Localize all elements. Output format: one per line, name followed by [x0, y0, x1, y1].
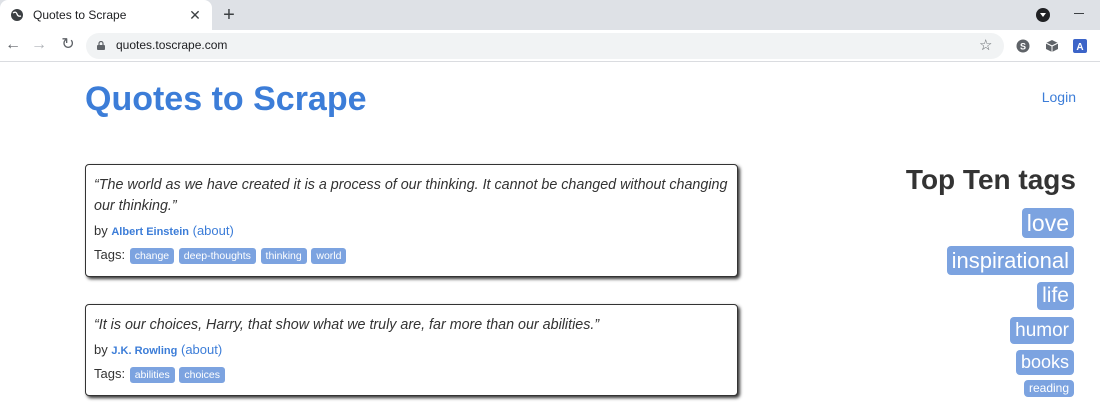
top-tag-love[interactable]: love — [1021, 208, 1074, 238]
minimize-window-icon[interactable] — [1074, 13, 1084, 14]
by-label: by — [94, 223, 108, 238]
author-name: Albert Einstein — [111, 226, 189, 238]
tag-link[interactable]: world — [311, 248, 347, 264]
top-tag-reading[interactable]: reading — [1023, 380, 1074, 397]
quote-byline: by J.K. Rowling (about) — [94, 342, 729, 357]
top-tag-life[interactable]: life — [1037, 282, 1074, 310]
quote-byline: by Albert Einstein (about) — [94, 223, 729, 238]
quote-card: “It is our choices, Harry, that show wha… — [85, 304, 738, 396]
top-tag-humor[interactable]: humor — [1010, 317, 1074, 344]
lock-icon — [97, 41, 105, 50]
tags-label: Tags: — [94, 247, 126, 262]
tag-link[interactable]: thinking — [260, 248, 307, 264]
svg-text:S: S — [1020, 42, 1026, 52]
cube-extension-icon[interactable] — [1045, 39, 1059, 53]
by-label: by — [94, 342, 108, 357]
tag-link[interactable]: abilities — [129, 367, 175, 383]
new-tab-icon[interactable]: + — [218, 4, 240, 26]
site-title[interactable]: Quotes to Scrape — [85, 80, 367, 119]
quote-card: “The world as we have created it is a pr… — [85, 164, 738, 277]
address-bar[interactable]: quotes.toscrape.com ☆ — [86, 33, 1004, 59]
about-link[interactable]: (about) — [193, 223, 234, 238]
back-icon[interactable]: ← — [2, 34, 24, 56]
login-link[interactable]: Login — [1042, 89, 1076, 105]
forward-icon[interactable]: → — [28, 34, 50, 56]
globe-icon — [11, 9, 23, 21]
tab-title: Quotes to Scrape — [33, 8, 127, 22]
tag-link[interactable]: deep-thoughts — [178, 248, 256, 264]
quote-text: “It is our choices, Harry, that show wha… — [94, 317, 600, 333]
quote-tags: Tags: abilities choices — [94, 366, 729, 383]
quote-text: “The world as we have created it is a pr… — [94, 177, 728, 214]
about-link[interactable]: (about) — [181, 342, 222, 357]
tag-link[interactable]: choices — [179, 367, 225, 383]
top-tag-inspirational[interactable]: inspirational — [946, 246, 1074, 275]
bookmark-star-icon[interactable]: ☆ — [979, 36, 992, 54]
reload-icon[interactable]: ↻ — [57, 34, 79, 56]
top-tags-heading: Top Ten tags — [905, 164, 1076, 195]
skype-extension-icon[interactable]: S — [1016, 39, 1030, 53]
browser-tabbar: Quotes to Scrape ✕ + — [0, 0, 1100, 30]
tag-link[interactable]: change — [129, 248, 175, 264]
svg-text:A: A — [1076, 42, 1083, 53]
quote-tags: Tags: change deep-thoughts thinking worl… — [94, 247, 729, 264]
top-tag-books[interactable]: books — [1015, 350, 1074, 375]
browser-tab[interactable]: Quotes to Scrape ✕ — [0, 0, 212, 30]
close-tab-icon[interactable]: ✕ — [186, 6, 204, 24]
tags-label: Tags: — [94, 366, 126, 381]
author-name: J.K. Rowling — [111, 345, 178, 357]
translate-extension-icon[interactable]: A — [1073, 39, 1087, 53]
profile-menu-icon[interactable] — [1036, 8, 1050, 22]
browser-toolbar: ← → ↻ quotes.toscrape.com ☆ S A — [0, 30, 1100, 62]
url-text: quotes.toscrape.com — [116, 38, 228, 52]
